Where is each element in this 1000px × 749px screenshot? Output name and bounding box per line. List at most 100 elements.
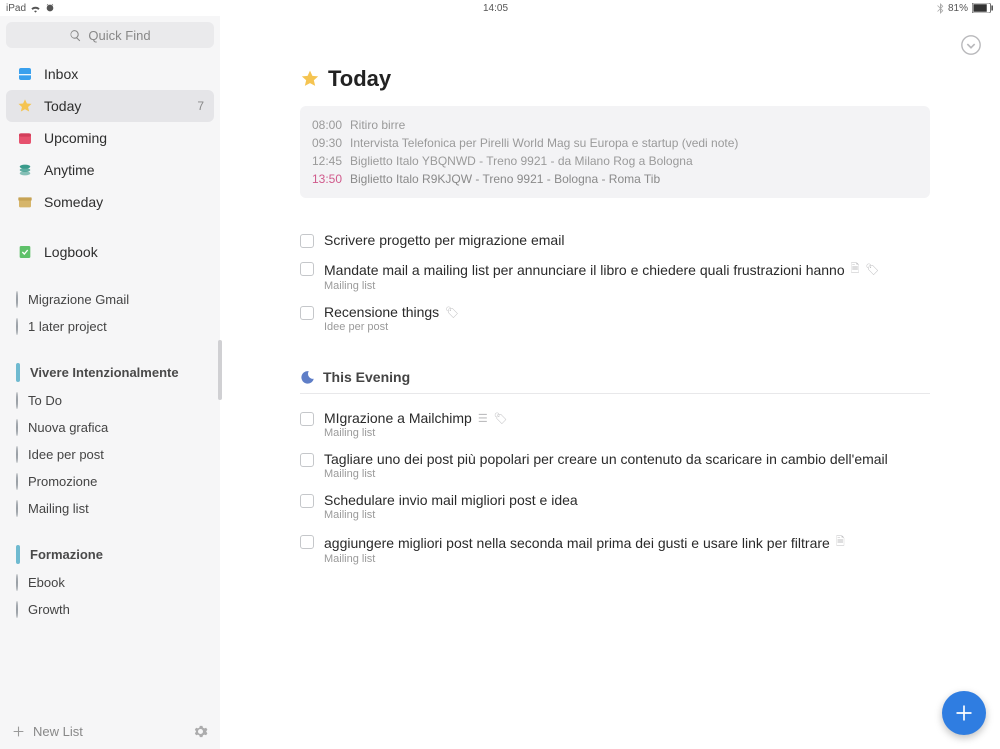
task-row[interactable]: aggiungere migliori post nella seconda m… <box>300 527 930 571</box>
project-ring-icon <box>16 446 18 463</box>
project-item[interactable]: Mailing list <box>6 495 214 522</box>
area-icon <box>16 545 20 564</box>
task-title: Tagliare uno dei post più popolari per c… <box>324 451 888 467</box>
project-item[interactable]: Migrazione Gmail <box>6 286 214 313</box>
star-icon <box>300 69 320 89</box>
today-tasks: Scrivere progetto per migrazione email Ma… <box>300 226 930 339</box>
checklist-icon: ☰ <box>478 412 488 425</box>
add-task-button[interactable] <box>942 691 986 735</box>
page-title: Today <box>328 66 391 92</box>
evening-tasks: MIgrazione a Mailchimp☰🏷Mailing listTagl… <box>300 404 930 571</box>
task-checkbox[interactable] <box>300 535 314 549</box>
nav-someday[interactable]: Someday <box>6 186 214 218</box>
project-ring-icon <box>16 601 18 618</box>
project-label: Mailing list <box>28 501 89 516</box>
area-label: Formazione <box>30 547 103 562</box>
calendar-row[interactable]: 08:00Ritiro birre <box>312 116 918 134</box>
calendar-row[interactable]: 12:45Biglietto Italo YBQNWD - Treno 9921… <box>312 152 918 170</box>
task-subtitle: Mailing list <box>324 468 888 480</box>
project-item[interactable]: Nuova grafica <box>6 414 214 441</box>
calendar-text: Ritiro birre <box>350 118 405 132</box>
nav-today-label: Today <box>44 98 81 114</box>
evening-label: This Evening <box>323 369 410 385</box>
nav-logbook[interactable]: Logbook <box>6 236 214 268</box>
task-checkbox[interactable] <box>300 262 314 276</box>
calendar-block[interactable]: 08:00Ritiro birre09:30Intervista Telefon… <box>300 106 930 198</box>
project-item[interactable]: Idee per post <box>6 441 214 468</box>
wifi-icon <box>30 4 41 13</box>
nav-logbook-label: Logbook <box>44 244 98 260</box>
task-checkbox[interactable] <box>300 306 314 320</box>
stack-icon <box>17 162 33 178</box>
calendar-row[interactable]: 09:30Intervista Telefonica per Pirelli W… <box>312 134 918 152</box>
project-ring-icon <box>16 473 18 490</box>
nav-upcoming[interactable]: Upcoming <box>6 122 214 154</box>
project-label: 1 later project <box>28 319 107 334</box>
calendar-time: 09:30 <box>312 134 350 152</box>
task-row[interactable]: Schedulare invio mail migliori post e id… <box>300 486 930 527</box>
clock: 14:05 <box>483 3 508 14</box>
project-ring-icon <box>16 574 18 591</box>
nav-inbox[interactable]: Inbox <box>6 58 214 90</box>
task-subtitle: Idee per post <box>324 321 459 333</box>
task-checkbox[interactable] <box>300 234 314 248</box>
tag-icon: 🏷 <box>494 412 508 425</box>
task-checkbox[interactable] <box>300 412 314 426</box>
nav-inbox-label: Inbox <box>44 66 78 82</box>
project-item[interactable]: Growth <box>6 596 214 623</box>
project-item[interactable]: Ebook <box>6 569 214 596</box>
project-label: Promozione <box>28 474 97 489</box>
task-title: Recensione things🏷 <box>324 304 459 320</box>
task-title: aggiungere migliori post nella seconda m… <box>324 533 845 552</box>
project-item[interactable]: 1 later project <box>6 313 214 340</box>
task-row[interactable]: Recensione things🏷Idee per post <box>300 298 930 339</box>
project-ring-icon <box>16 500 18 517</box>
task-title: Mandate mail a mailing list per annuncia… <box>324 260 879 279</box>
area-header[interactable]: Vivere Intenzionalmente <box>6 358 214 387</box>
task-subtitle: Mailing list <box>324 280 879 292</box>
task-checkbox[interactable] <box>300 494 314 508</box>
new-list-button[interactable]: New List <box>33 724 83 739</box>
task-subtitle: Mailing list <box>324 427 508 439</box>
calendar-text: Biglietto Italo YBQNWD - Treno 9921 - da… <box>350 154 693 168</box>
gear-icon[interactable] <box>193 724 208 739</box>
project-ring-icon <box>16 419 18 436</box>
calendar-row[interactable]: 13:50Biglietto Italo R9KJQW - Treno 9921… <box>312 170 918 188</box>
project-ring-icon <box>16 291 18 308</box>
project-ring-icon <box>16 318 18 335</box>
project-item[interactable]: To Do <box>6 387 214 414</box>
task-checkbox[interactable] <box>300 453 314 467</box>
task-row[interactable]: Mandate mail a mailing list per annuncia… <box>300 254 930 298</box>
logbook-icon <box>17 244 33 260</box>
status-bar: iPad 14:05 81% <box>0 0 1000 16</box>
nav-upcoming-label: Upcoming <box>44 130 107 146</box>
task-subtitle: Mailing list <box>324 553 845 565</box>
bluetooth-icon <box>936 3 944 14</box>
area-label: Vivere Intenzionalmente <box>30 365 179 380</box>
task-row[interactable]: Tagliare uno dei post più popolari per c… <box>300 445 930 486</box>
area-header[interactable]: Formazione <box>6 540 214 569</box>
calendar-text: Intervista Telefonica per Pirelli World … <box>350 136 738 150</box>
box-icon <box>17 194 33 210</box>
plus-icon <box>12 725 25 738</box>
task-row[interactable]: Scrivere progetto per migrazione email <box>300 226 930 254</box>
search-input[interactable]: Quick Find <box>6 22 214 48</box>
star-icon <box>17 98 33 114</box>
sidebar: Quick Find Inbox Today 7 Upcoming Anytim… <box>0 16 220 749</box>
task-row[interactable]: MIgrazione a Mailchimp☰🏷Mailing list <box>300 404 930 445</box>
dismiss-button[interactable] <box>960 34 982 56</box>
area-icon <box>16 363 20 382</box>
tag-icon: 🏷 <box>445 306 459 319</box>
project-item[interactable]: Promozione <box>6 468 214 495</box>
project-label: Nuova grafica <box>28 420 108 435</box>
nav-anytime[interactable]: Anytime <box>6 154 214 186</box>
project-label: Idee per post <box>28 447 104 462</box>
calendar-text: Biglietto Italo R9KJQW - Treno 9921 - Bo… <box>350 172 660 186</box>
plus-icon <box>954 703 974 723</box>
evening-header: This Evening <box>300 369 930 394</box>
search-icon <box>69 29 82 42</box>
task-subtitle: Mailing list <box>324 509 578 521</box>
note-icon: 🗎 <box>851 260 860 279</box>
project-ring-icon <box>16 392 18 409</box>
nav-today[interactable]: Today 7 <box>6 90 214 122</box>
